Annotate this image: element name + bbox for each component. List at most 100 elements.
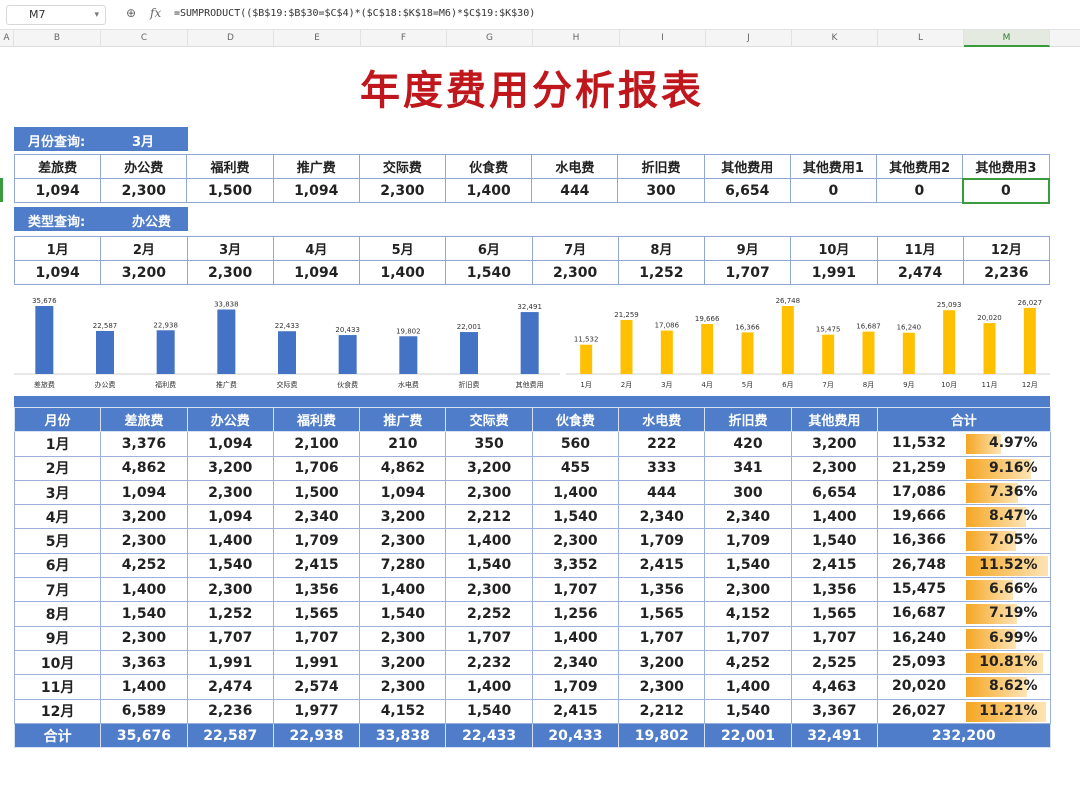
month-table-header-3[interactable]: 推广费: [272, 154, 360, 179]
month-table-header-5[interactable]: 伙食费: [445, 154, 533, 179]
total-cell[interactable]: 16,240 6.99%: [876, 625, 1051, 651]
expense-cell[interactable]: 444: [618, 479, 706, 506]
month-table-header-0[interactable]: 差旅费: [13, 154, 102, 179]
month-table-header-1[interactable]: 办公费: [100, 154, 188, 179]
expense-cell[interactable]: 1,540: [186, 552, 274, 579]
expense-cell[interactable]: 4,152: [704, 601, 792, 627]
expense-cell[interactable]: 2,300: [100, 625, 188, 651]
expense-cell[interactable]: 4,862: [100, 455, 188, 481]
expense-cell[interactable]: 2,300: [359, 625, 447, 651]
type-table-header-1[interactable]: 2月: [100, 236, 188, 261]
expense-cell[interactable]: 1,356: [618, 577, 706, 603]
expense-cell[interactable]: 1,707: [531, 577, 620, 603]
expense-cell[interactable]: 3,376: [100, 431, 188, 457]
column-header-a[interactable]: A: [0, 30, 14, 47]
type-table-cell-0[interactable]: 1,094: [13, 260, 102, 285]
expense-cell[interactable]: 1,707: [790, 625, 878, 651]
column-header-k[interactable]: K: [792, 30, 878, 47]
expense-cell[interactable]: 2,100: [272, 431, 361, 457]
month-cell[interactable]: 12月: [13, 698, 102, 724]
month-cell[interactable]: 7月: [13, 577, 102, 603]
footer-total-cell[interactable]: 32,491: [790, 722, 878, 749]
type-table-cell-6[interactable]: 2,300: [531, 260, 619, 285]
expense-cell[interactable]: 3,200: [359, 649, 447, 676]
total-cell[interactable]: 25,093 10.81%: [876, 649, 1051, 676]
month-table-cell-6[interactable]: 444: [531, 178, 619, 203]
type-table-header-4[interactable]: 5月: [358, 236, 447, 261]
type-table-cell-11[interactable]: 2,236: [962, 260, 1051, 285]
expense-cell[interactable]: 2,300: [618, 674, 706, 700]
expense-cell[interactable]: 1,256: [531, 601, 620, 627]
type-table-cell-9[interactable]: 1,991: [790, 260, 878, 285]
expense-cell[interactable]: 3,363: [100, 649, 188, 676]
month-table-cell-3[interactable]: 1,094: [272, 178, 360, 203]
month-cell[interactable]: 9月: [13, 625, 102, 651]
type-table-header-2[interactable]: 3月: [186, 236, 274, 261]
expense-cell[interactable]: 1,400: [531, 625, 620, 651]
expense-cell[interactable]: 2,574: [272, 674, 361, 700]
total-cell[interactable]: 15,475 6.66%: [876, 577, 1051, 603]
expense-cell[interactable]: 1,252: [186, 601, 274, 627]
type-table-header-5[interactable]: 6月: [445, 236, 533, 261]
footer-total-cell[interactable]: 20,433: [531, 722, 620, 749]
expense-cell[interactable]: 3,200: [790, 431, 878, 457]
expense-cell[interactable]: 1,709: [704, 528, 792, 554]
column-header-d[interactable]: D: [188, 30, 274, 47]
main-header-9[interactable]: 其他费用: [790, 406, 878, 433]
expense-cell[interactable]: 3,200: [618, 649, 706, 676]
expense-cell[interactable]: 1,400: [445, 674, 533, 700]
expense-cell[interactable]: 1,540: [704, 552, 792, 579]
type-table-header-3[interactable]: 4月: [272, 236, 361, 261]
month-table-cell-7[interactable]: 300: [617, 178, 705, 203]
expense-cell[interactable]: 4,152: [359, 698, 447, 724]
month-table-header-6[interactable]: 水电费: [531, 154, 619, 179]
main-header-8[interactable]: 折旧费: [704, 406, 792, 433]
expense-cell[interactable]: 1,540: [531, 504, 620, 530]
month-cell[interactable]: 8月: [13, 601, 102, 627]
type-table-header-10[interactable]: 11月: [876, 236, 964, 261]
expense-cell[interactable]: 3,200: [445, 455, 533, 481]
footer-total-cell[interactable]: 22,938: [272, 722, 361, 749]
month-table-header-2[interactable]: 福利费: [186, 154, 274, 179]
expense-cell[interactable]: 1,400: [790, 504, 878, 530]
expense-cell[interactable]: 3,200: [186, 455, 274, 481]
expense-cell[interactable]: 1,356: [272, 577, 361, 603]
expense-cell[interactable]: 2,340: [531, 649, 620, 676]
expense-cell[interactable]: 1,400: [531, 479, 620, 506]
column-header-f[interactable]: F: [361, 30, 447, 47]
expense-cell[interactable]: 1,977: [272, 698, 361, 724]
type-table-cell-5[interactable]: 1,540: [445, 260, 533, 285]
formula-input[interactable]: =SUMPRODUCT(($B$19:$B$30=$C$4)*($C$18:$K…: [174, 8, 535, 19]
expense-cell[interactable]: 1,707: [445, 625, 533, 651]
footer-total-cell[interactable]: 22,433: [445, 722, 533, 749]
total-cell[interactable]: 20,020 8.62%: [876, 674, 1051, 700]
grand-total-cell[interactable]: 232,200: [876, 722, 1051, 749]
expense-cell[interactable]: 2,300: [186, 479, 274, 506]
expense-cell[interactable]: 6,589: [100, 698, 188, 724]
expense-cell[interactable]: 1,400: [100, 577, 188, 603]
expense-cell[interactable]: 1,540: [445, 698, 533, 724]
main-header-7[interactable]: 水电费: [618, 406, 706, 433]
chevron-down-icon[interactable]: ▾: [94, 6, 99, 24]
type-table-cell-7[interactable]: 1,252: [617, 260, 706, 285]
expense-cell[interactable]: 2,340: [704, 504, 792, 530]
expense-cell[interactable]: 4,463: [790, 674, 878, 700]
expense-cell[interactable]: 6,654: [790, 479, 878, 506]
expense-cell[interactable]: 1,707: [186, 625, 274, 651]
month-cell[interactable]: 2月: [13, 455, 102, 481]
month-table-cell-2[interactable]: 1,500: [186, 178, 274, 203]
expense-cell[interactable]: 2,300: [445, 577, 533, 603]
footer-total-cell[interactable]: 22,001: [704, 722, 792, 749]
expense-cell[interactable]: 1,565: [272, 601, 361, 627]
month-table-cell-9[interactable]: 0: [789, 178, 878, 203]
expense-cell[interactable]: 1,707: [704, 625, 792, 651]
expense-cell[interactable]: 2,300: [704, 577, 792, 603]
expense-cell[interactable]: 222: [618, 431, 706, 457]
month-cell[interactable]: 3月: [13, 479, 102, 506]
name-box[interactable]: M7 ▾: [6, 5, 106, 25]
expense-cell[interactable]: 1,094: [100, 479, 188, 506]
expense-cell[interactable]: 350: [445, 431, 533, 457]
month-table-header-7[interactable]: 折旧费: [617, 154, 705, 179]
expense-cell[interactable]: 2,525: [790, 649, 878, 676]
month-cell[interactable]: 11月: [13, 674, 102, 700]
